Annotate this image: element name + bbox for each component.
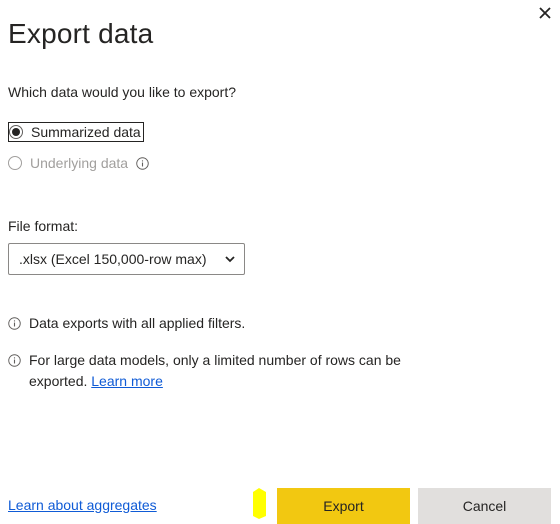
- large-models-note: For large data models, only a limited nu…: [8, 350, 459, 392]
- export-question: Which data would you like to export?: [8, 84, 237, 100]
- focus-outline: Summarized data: [8, 122, 144, 142]
- file-format-label: File format:: [8, 218, 79, 234]
- file-format-dropdown[interactable]: .xlsx (Excel 150,000-row max): [8, 243, 245, 275]
- pointer-highlight-icon: [253, 488, 266, 519]
- chevron-down-icon: [225, 256, 235, 263]
- filters-note-text: Data exports with all applied filters.: [29, 315, 246, 331]
- info-icon[interactable]: [136, 156, 149, 170]
- info-icon: [8, 354, 21, 367]
- summarized-data-option[interactable]: Summarized data: [8, 122, 144, 142]
- learn-more-link[interactable]: Learn more: [91, 373, 163, 389]
- summarized-radio[interactable]: [9, 125, 23, 139]
- close-icon: [539, 7, 551, 19]
- learn-about-aggregates-link[interactable]: Learn about aggregates: [8, 497, 157, 513]
- file-format-value: .xlsx (Excel 150,000-row max): [19, 251, 207, 267]
- info-icon: [8, 317, 21, 330]
- dialog-title: Export data: [8, 18, 154, 49]
- export-button[interactable]: Export: [277, 488, 410, 524]
- close-button[interactable]: [536, 4, 554, 22]
- summarized-data-label: Summarized data: [31, 124, 141, 140]
- underlying-data-option[interactable]: Underlying data: [8, 155, 149, 171]
- cancel-button[interactable]: Cancel: [418, 488, 551, 524]
- export-data-dialog: Export data Which data would you like to…: [0, 0, 560, 524]
- radio-selected-dot: [12, 128, 20, 136]
- underlying-radio[interactable]: [8, 156, 22, 170]
- underlying-data-label: Underlying data: [30, 155, 129, 171]
- large-models-text: For large data models, only a limited nu…: [29, 352, 401, 389]
- large-models-note-text: For large data models, only a limited nu…: [29, 350, 459, 392]
- filters-note: Data exports with all applied filters.: [8, 313, 459, 334]
